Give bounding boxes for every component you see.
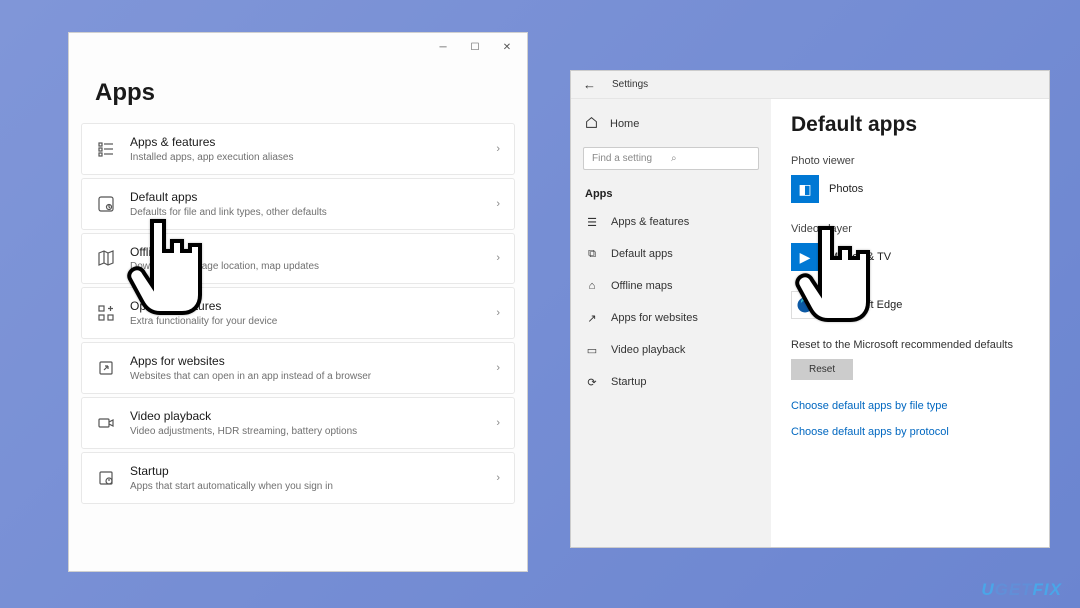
- search-input[interactable]: Find a setting ⌕: [583, 147, 759, 170]
- item-label: Startup: [130, 463, 496, 480]
- item-desc: Video adjustments, HDR streaming, batter…: [130, 425, 496, 438]
- open-icon: [96, 358, 116, 378]
- edge-app-name: Microsoft Edge: [829, 299, 902, 311]
- video-playback-item[interactable]: Video playback Video adjustments, HDR st…: [81, 397, 515, 449]
- default-apps-icon: [96, 194, 116, 214]
- video-icon: [96, 413, 116, 433]
- maximize-button[interactable]: ☐: [459, 35, 491, 59]
- chevron-right-icon: ›: [496, 417, 500, 429]
- item-desc: Downloads, storage location, map updates: [130, 260, 496, 273]
- default-icon: ⧉: [585, 247, 599, 261]
- chevron-right-icon: ›: [496, 362, 500, 374]
- settings-window: ← Settings Home Find a setting ⌕ Apps ☰ …: [570, 70, 1050, 548]
- item-desc: Apps that start automatically when you s…: [130, 480, 496, 493]
- movies-tv-app-name: Movies & TV: [829, 251, 891, 263]
- apps-for-websites-item[interactable]: Apps for websites Websites that can open…: [81, 342, 515, 394]
- chevron-right-icon: ›: [496, 252, 500, 264]
- item-label: Apps for websites: [130, 353, 496, 370]
- open-icon: ↗: [585, 311, 599, 325]
- titlebar: ─ ☐ ✕: [69, 33, 527, 61]
- link-file-type[interactable]: Choose default apps by file type: [791, 400, 1029, 412]
- video-icon: ▭: [585, 343, 599, 357]
- item-label: Offline maps: [130, 244, 496, 261]
- item-label: Default apps: [130, 189, 496, 206]
- nav-label: Default apps: [611, 248, 673, 260]
- photo-viewer-label: Photo viewer: [791, 155, 1029, 167]
- chevron-right-icon: ›: [496, 198, 500, 210]
- item-desc: Installed apps, app execution aliases: [130, 151, 496, 164]
- chevron-right-icon: ›: [496, 472, 500, 484]
- chevron-right-icon: ›: [496, 143, 500, 155]
- nav-offline-maps[interactable]: ⌂ Offline maps: [571, 270, 771, 302]
- map-icon: ⌂: [585, 279, 599, 293]
- item-label: Apps & features: [130, 134, 496, 151]
- photo-viewer-choice[interactable]: ◧ Photos: [791, 175, 1029, 203]
- nav-label: Video playback: [611, 344, 685, 356]
- search-icon: ⌕: [671, 153, 750, 164]
- settings-header: ← Settings: [571, 71, 1049, 99]
- search-placeholder: Find a setting: [592, 153, 671, 164]
- close-button[interactable]: ✕: [491, 35, 523, 59]
- offline-maps-item[interactable]: Offline maps Downloads, storage location…: [81, 233, 515, 285]
- photos-app-name: Photos: [829, 183, 863, 195]
- optional-features-item[interactable]: Optional features Extra functionality fo…: [81, 287, 515, 339]
- edge-tile-icon: [791, 291, 819, 319]
- nav-default-apps[interactable]: ⧉ Default apps: [571, 238, 771, 270]
- item-label: Optional features: [130, 298, 496, 315]
- default-apps-item[interactable]: Default apps Defaults for file and link …: [81, 178, 515, 230]
- link-protocol[interactable]: Choose default apps by protocol: [791, 426, 1029, 438]
- item-desc: Extra functionality for your device: [130, 315, 496, 328]
- grid-plus-icon: [96, 303, 116, 323]
- nav-label: Apps for websites: [611, 312, 698, 324]
- nav-label: Offline maps: [611, 280, 673, 292]
- page-title: Apps: [69, 61, 527, 123]
- nav-video-playback[interactable]: ▭ Video playback: [571, 334, 771, 366]
- apps-features-item[interactable]: Apps & features Installed apps, app exec…: [81, 123, 515, 175]
- item-label: Video playback: [130, 408, 496, 425]
- minimize-button[interactable]: ─: [427, 35, 459, 59]
- back-button[interactable]: ←: [583, 77, 596, 92]
- map-icon: [96, 248, 116, 268]
- home-icon: [585, 116, 598, 132]
- web-browser-choice[interactable]: Microsoft Edge: [791, 291, 1029, 319]
- item-desc: Websites that can open in an app instead…: [130, 370, 496, 383]
- video-player-label: Video player: [791, 223, 1029, 235]
- apps-window: ─ ☐ ✕ Apps Apps & features Installed app…: [68, 32, 528, 572]
- settings-title: Settings: [612, 79, 648, 90]
- chevron-right-icon: ›: [496, 307, 500, 319]
- nav-apps-features[interactable]: ☰ Apps & features: [571, 206, 771, 238]
- home-label: Home: [610, 118, 639, 130]
- startup-item[interactable]: Startup Apps that start automatically wh…: [81, 452, 515, 504]
- video-player-choice[interactable]: ▶ Movies & TV: [791, 243, 1029, 271]
- sidebar-section: Apps: [571, 180, 771, 206]
- nav-startup[interactable]: ⟳ Startup: [571, 366, 771, 398]
- reset-button[interactable]: Reset: [791, 359, 853, 380]
- startup-icon: ⟳: [585, 375, 599, 389]
- list-icon: ☰: [585, 215, 599, 229]
- reset-text: Reset to the Microsoft recommended defau…: [791, 339, 1029, 351]
- movies-tv-tile-icon: ▶: [791, 243, 819, 271]
- sidebar: Home Find a setting ⌕ Apps ☰ Apps & feat…: [571, 99, 771, 547]
- list-icon: [96, 139, 116, 159]
- nav-apps-websites[interactable]: ↗ Apps for websites: [571, 302, 771, 334]
- nav-label: Apps & features: [611, 216, 689, 228]
- apps-list: Apps & features Installed apps, app exec…: [69, 123, 527, 504]
- photos-tile-icon: ◧: [791, 175, 819, 203]
- watermark: UGETFIX: [981, 580, 1062, 600]
- content-title: Default apps: [791, 113, 1029, 137]
- item-desc: Defaults for file and link types, other …: [130, 206, 496, 219]
- sidebar-home[interactable]: Home: [571, 109, 771, 139]
- nav-label: Startup: [611, 376, 646, 388]
- startup-icon: [96, 468, 116, 488]
- content-pane: Default apps Photo viewer ◧ Photos Video…: [771, 99, 1049, 547]
